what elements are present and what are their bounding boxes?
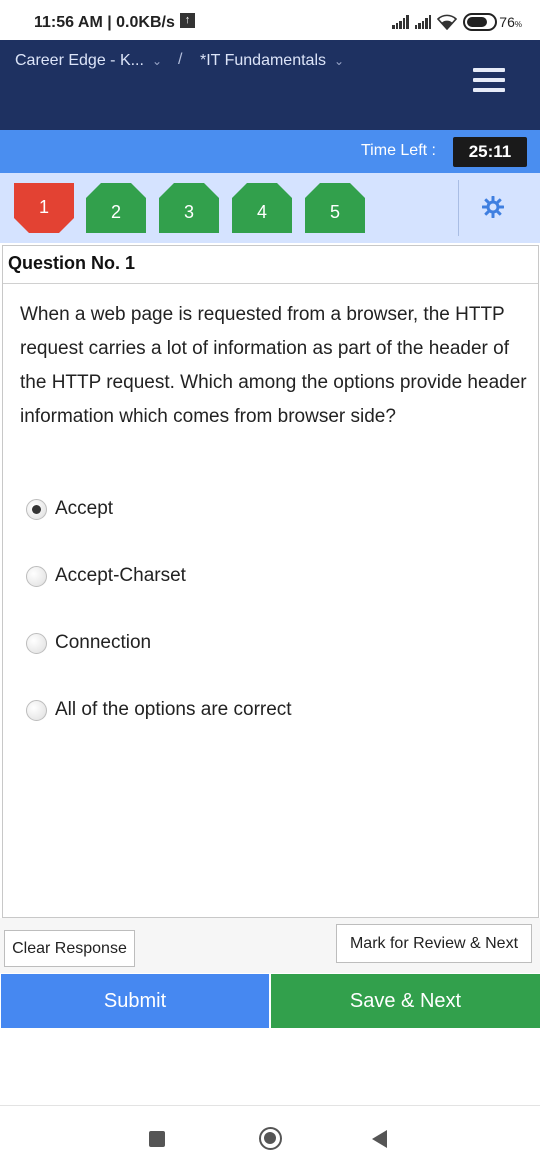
timer-value: 25:11 (453, 137, 527, 167)
option-label: All of the options are correct (55, 699, 292, 720)
radio-button[interactable] (26, 565, 47, 587)
option-label: Connection (55, 632, 152, 653)
status-icons: 76% (392, 13, 522, 31)
question-palette: 1 2 3 4 5 (0, 173, 540, 243)
question-palette-button-4[interactable]: 4 (232, 183, 292, 233)
battery-icon: 76% (463, 13, 522, 31)
app-header: Career Edge - K... ⌄ / *IT Fundamentals … (0, 40, 540, 130)
chevron-down-icon: ⌄ (151, 54, 163, 68)
question-heading: Question No. 1 (3, 246, 538, 284)
question-palette-button-5[interactable]: 5 (305, 183, 365, 233)
option-label: Accept (55, 498, 114, 519)
battery-percent: 76 (499, 14, 515, 30)
system-nav-bar (0, 1105, 540, 1170)
question-palette-button-1[interactable]: 1 (14, 183, 74, 233)
question-card: Question No. 1 When a web page is reques… (2, 245, 539, 918)
question-text: When a web page is requested from a brow… (20, 304, 527, 427)
palette-divider (458, 180, 459, 236)
submit-button[interactable]: Submit (1, 974, 269, 1028)
radio-button[interactable] (26, 632, 47, 654)
back-triangle-icon[interactable] (372, 1130, 387, 1148)
signal-icon (392, 15, 409, 29)
mark-for-review-button[interactable]: Mark for Review & Next (336, 924, 532, 963)
radio-button-selected[interactable] (26, 498, 47, 520)
gear-icon[interactable] (481, 195, 505, 219)
hamburger-menu-icon[interactable] (473, 68, 505, 96)
signal-icon (414, 15, 432, 29)
timer-label: Time Left : (361, 142, 436, 159)
status-time: 11:56 AM | 0.0KB/s (34, 14, 175, 31)
save-and-next-button[interactable]: Save & Next (271, 974, 540, 1028)
breadcrumb-course[interactable]: Career Edge - K... ⌄ (15, 52, 162, 70)
breadcrumb-section-label: *IT Fundamentals (200, 52, 326, 69)
breadcrumb-separator: / (178, 51, 183, 68)
option-label: Accept-Charset (55, 565, 186, 586)
chevron-down-icon: ⌄ (334, 54, 345, 68)
breadcrumb-section[interactable]: *IT Fundamentals ⌄ (200, 52, 344, 70)
question-palette-button-3[interactable]: 3 (159, 183, 219, 233)
question-palette-button-2[interactable]: 2 (86, 183, 146, 233)
radio-button[interactable] (26, 699, 47, 721)
option-accept-charset[interactable]: Accept-Charset (26, 565, 186, 587)
home-circle-icon[interactable] (259, 1127, 282, 1150)
action-row: Clear Response Mark for Review & Next (0, 918, 540, 973)
option-connection[interactable]: Connection (26, 632, 151, 654)
option-accept[interactable]: Accept (26, 498, 113, 520)
battery-unit: % (514, 20, 522, 29)
wifi-icon (437, 14, 458, 30)
recents-square-icon[interactable] (149, 1131, 165, 1147)
clear-response-button[interactable]: Clear Response (4, 930, 135, 967)
option-all-correct[interactable]: All of the options are correct (26, 699, 292, 721)
timer-bar: Time Left : 25:11 (0, 130, 540, 173)
upload-arrow-icon: ↑ (180, 13, 195, 28)
breadcrumb-course-label: Career Edge - K... (15, 52, 144, 69)
